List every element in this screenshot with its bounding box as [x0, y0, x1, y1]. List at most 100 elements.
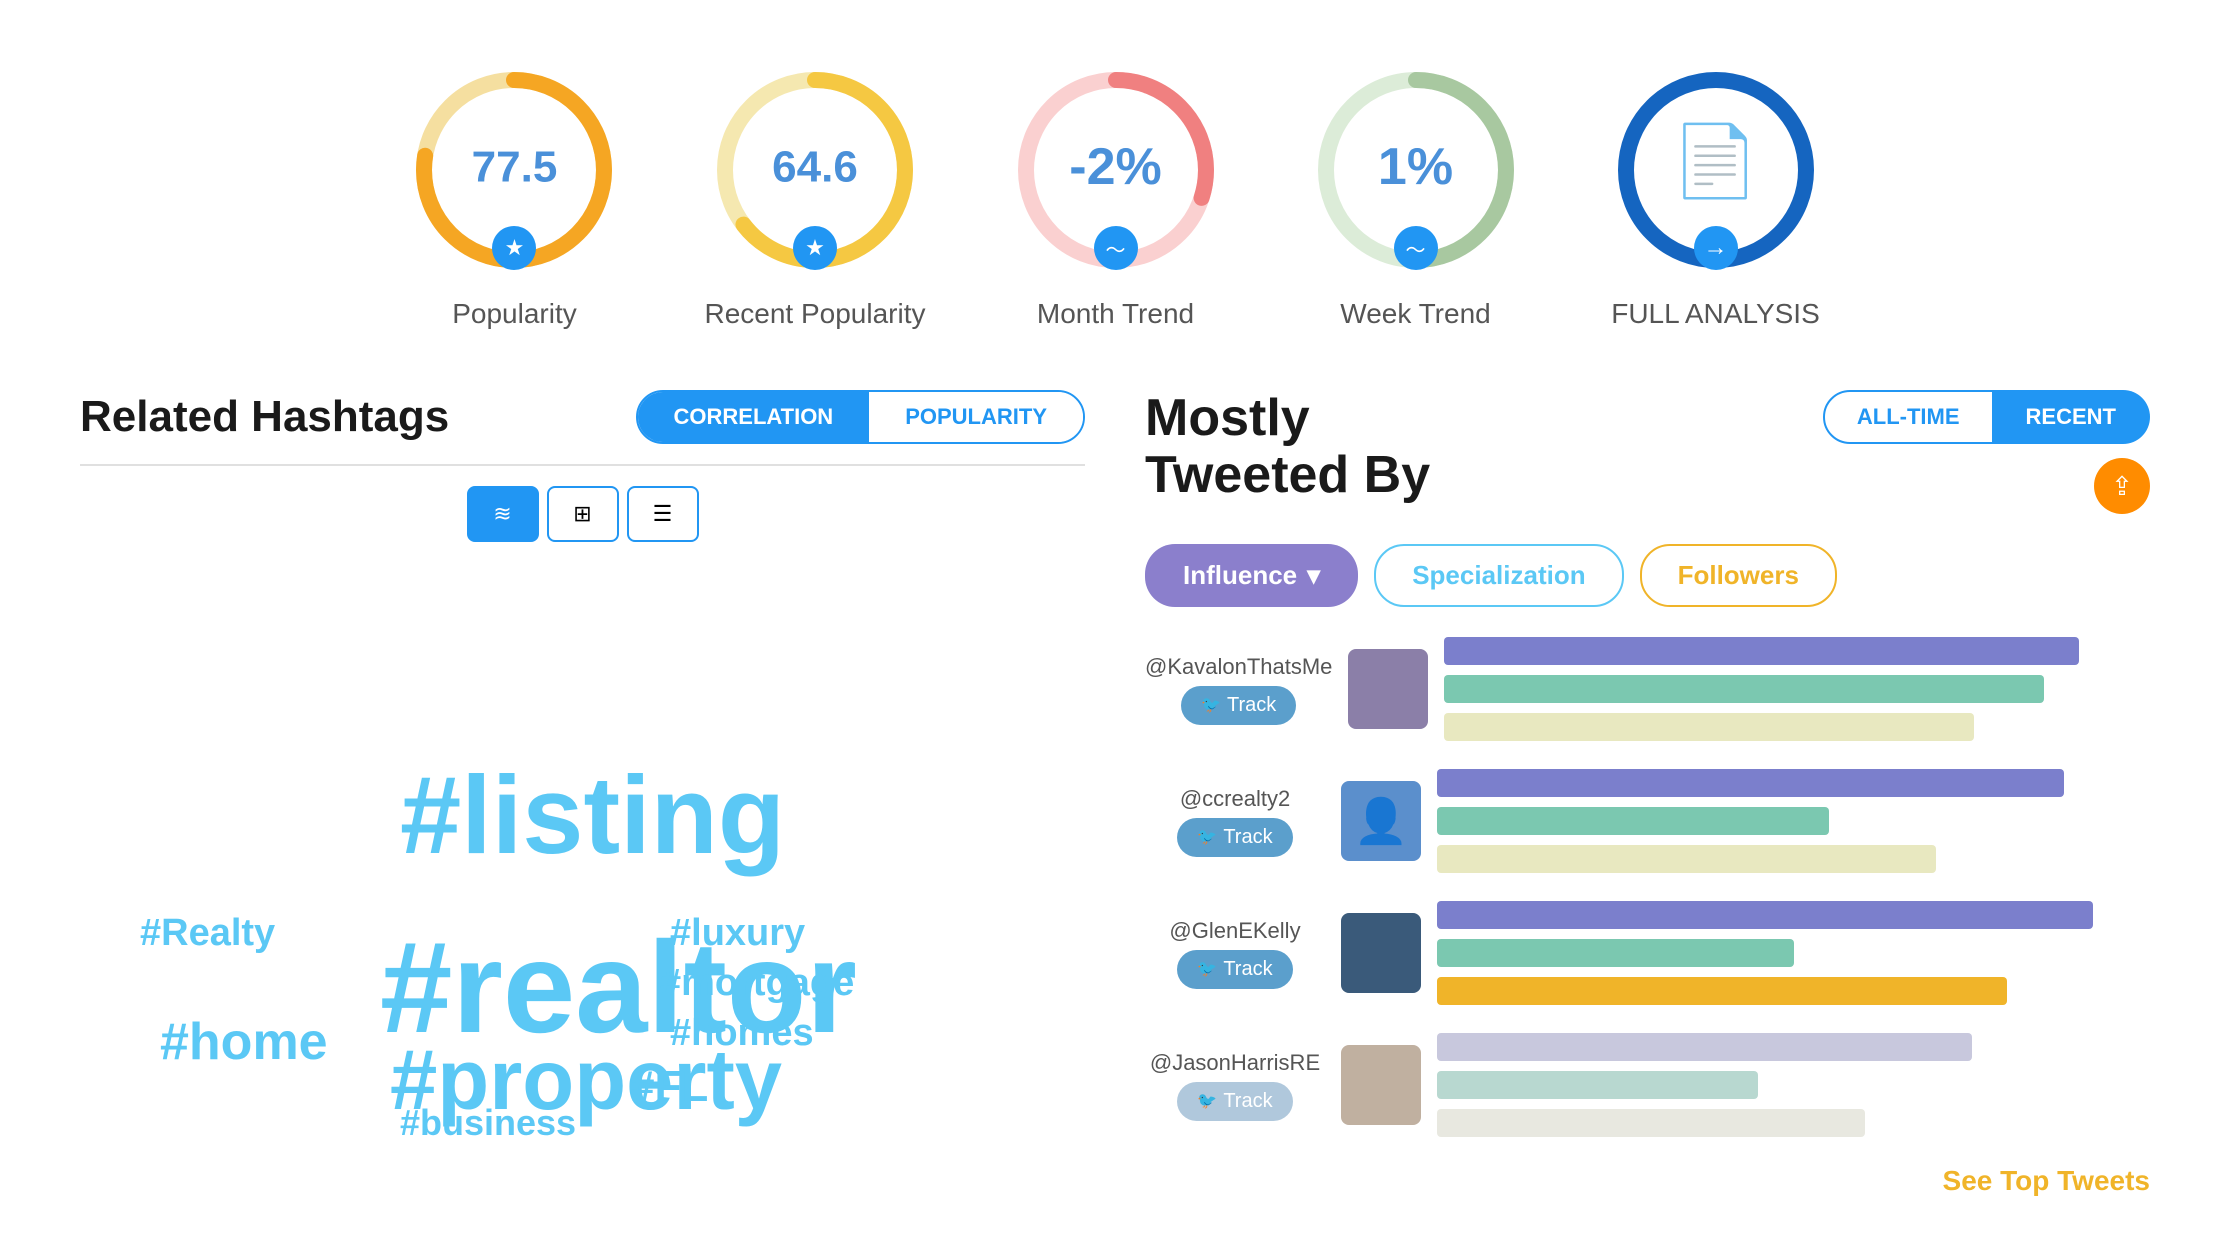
metric-popularity: 77.5 ★ Popularity — [404, 60, 624, 330]
user-handle: @ccrealty2 — [1180, 786, 1290, 812]
user-info: @JasonHarrisRE 🐦 Track — [1145, 1050, 1325, 1121]
track-button[interactable]: 🐦 Track — [1181, 686, 1296, 725]
track-button[interactable]: 🐦 Track — [1177, 818, 1292, 857]
dropdown-icon: ▾ — [1307, 560, 1320, 591]
ring-month-trend: -2% 〜 — [1006, 60, 1226, 280]
hashtag-word[interactable]: #FL — [630, 1062, 708, 1112]
user-row: @JasonHarrisRE 🐦 Track — [1145, 1033, 2150, 1137]
metric-label-recent-popularity: Recent Popularity — [704, 298, 925, 330]
tab-popularity[interactable]: POPULARITY — [869, 392, 1083, 442]
user-info: @GlenEKelly 🐦 Track — [1145, 918, 1325, 989]
tweeted-section: MostlyTweeted By ALL-TIME RECENT ⇪ Influ… — [1145, 390, 2150, 1197]
user-bar — [1437, 769, 2064, 797]
view-controls: ≋ ⊞ ☰ — [80, 486, 1085, 542]
twitter-icon: 🐦 — [1197, 827, 1217, 847]
tweeted-title: MostlyTweeted By — [1145, 390, 1430, 504]
user-bar — [1437, 807, 1829, 835]
metric-label-popularity: Popularity — [452, 298, 577, 330]
metrics-row: 77.5 ★ Popularity 64.6 ★ Recent Populari… — [0, 0, 2230, 370]
track-label: Track — [1223, 826, 1272, 849]
filter-followers[interactable]: Followers — [1640, 544, 1837, 607]
tab-recent[interactable]: RECENT — [1994, 390, 2150, 444]
tab-alltime[interactable]: ALL-TIME — [1823, 390, 1994, 444]
user-handle: @JasonHarrisRE — [1150, 1050, 1320, 1076]
view-btn-list[interactable]: ☰ — [627, 486, 699, 542]
hashtags-divider — [80, 464, 1085, 466]
user-bar — [1437, 977, 2007, 1005]
user-bar — [1437, 845, 1936, 873]
hashtag-word[interactable]: #mortgage — [660, 962, 854, 1005]
user-info: @ccrealty2 🐦 Track — [1145, 786, 1325, 857]
tab-correlation[interactable]: CORRELATION — [638, 392, 870, 442]
ring-week-trend: 1% 〜 — [1306, 60, 1526, 280]
hashtags-section: Related Hashtags CORRELATION POPULARITY … — [80, 390, 1085, 1197]
hashtag-word[interactable]: #homes — [670, 1012, 814, 1055]
share-button[interactable]: ⇪ — [2094, 458, 2150, 514]
user-avatar — [1348, 649, 1428, 729]
view-btn-cloud[interactable]: ≋ — [467, 486, 539, 542]
user-bar — [1437, 939, 1794, 967]
track-label: Track — [1223, 1090, 1272, 1113]
bars-container — [1444, 637, 2150, 741]
track-button[interactable]: 🐦 Track — [1177, 950, 1292, 989]
user-avatar — [1341, 1045, 1421, 1125]
twitter-icon: 🐦 — [1197, 959, 1217, 979]
user-handle: @KavalonThatsMe — [1145, 654, 1332, 680]
user-bar — [1444, 675, 2044, 703]
bars-container — [1437, 901, 2150, 1005]
user-row: @GlenEKelly 🐦 Track — [1145, 901, 2150, 1005]
filter-tabs: Influence ▾ Specialization Followers — [1145, 544, 2150, 607]
user-avatar: 👤 — [1341, 781, 1421, 861]
time-tab-group: ALL-TIME RECENT — [1823, 390, 2150, 444]
ring-full-analysis: 📄 → — [1606, 60, 1826, 280]
metric-recent-popularity: 64.6 ★ Recent Popularity — [704, 60, 925, 330]
hashtag-word[interactable]: #listing — [400, 752, 785, 879]
user-avatar — [1341, 913, 1421, 993]
hashtag-word[interactable]: #Realty — [140, 912, 275, 955]
user-info: @KavalonThatsMe 🐦 Track — [1145, 654, 1332, 725]
user-bar — [1437, 1033, 1972, 1061]
hashtag-word[interactable]: #home — [160, 1012, 328, 1072]
hashtags-header: Related Hashtags CORRELATION POPULARITY — [80, 390, 1085, 444]
user-bar — [1437, 1109, 1865, 1137]
metric-month-trend: -2% 〜 Month Trend — [1006, 60, 1226, 330]
user-row: @ccrealty2 🐦 Track 👤 — [1145, 769, 2150, 873]
user-row: @KavalonThatsMe 🐦 Track — [1145, 637, 2150, 741]
user-handle: @GlenEKelly — [1169, 918, 1300, 944]
ring-popularity: 77.5 ★ — [404, 60, 624, 280]
cloud-icon: ≋ — [493, 501, 511, 527]
main-content: Related Hashtags CORRELATION POPULARITY … — [0, 370, 2230, 1217]
metric-full-analysis[interactable]: 📄 → FULL ANALYSIS — [1606, 60, 1826, 330]
track-label: Track — [1223, 958, 1272, 981]
user-bar — [1437, 901, 2093, 929]
user-bar — [1444, 637, 2079, 665]
metric-label-month-trend: Month Trend — [1037, 298, 1194, 330]
filter-influence[interactable]: Influence ▾ — [1145, 544, 1358, 607]
metric-label-week-trend: Week Trend — [1340, 298, 1490, 330]
see-top-tweets-link[interactable]: See Top Tweets — [1943, 1165, 2150, 1196]
share-icon: ⇪ — [2111, 471, 2133, 502]
chart-icon: ⊞ — [573, 501, 591, 527]
twitter-icon: 🐦 — [1197, 1091, 1217, 1111]
metric-week-trend: 1% 〜 Week Trend — [1306, 60, 1526, 330]
see-top-tweets: See Top Tweets — [1145, 1165, 2150, 1197]
list-icon: ☰ — [653, 501, 673, 527]
ring-recent-popularity: 64.6 ★ — [705, 60, 925, 280]
hashtags-tab-group: CORRELATION POPULARITY — [636, 390, 1086, 444]
view-btn-chart[interactable]: ⊞ — [547, 486, 619, 542]
tweeted-header: MostlyTweeted By ALL-TIME RECENT ⇪ — [1145, 390, 2150, 524]
user-bar — [1437, 1071, 1758, 1099]
hashtag-word[interactable]: #business — [400, 1102, 576, 1144]
word-cloud: #listing#realtor#Realty#home#property#lu… — [80, 572, 1085, 1072]
users-container: @KavalonThatsMe 🐦 Track @ccrealty2 🐦 Tra… — [1145, 637, 2150, 1137]
track-label: Track — [1227, 694, 1276, 717]
metric-label-full-analysis: FULL ANALYSIS — [1611, 298, 1820, 330]
track-button[interactable]: 🐦 Track — [1177, 1082, 1292, 1121]
hashtag-word[interactable]: #luxury — [670, 912, 805, 955]
user-bar — [1444, 713, 1973, 741]
filter-specialization[interactable]: Specialization — [1374, 544, 1623, 607]
bars-container — [1437, 769, 2150, 873]
twitter-icon: 🐦 — [1201, 695, 1221, 715]
hashtags-title: Related Hashtags — [80, 392, 449, 442]
bars-container — [1437, 1033, 2150, 1137]
